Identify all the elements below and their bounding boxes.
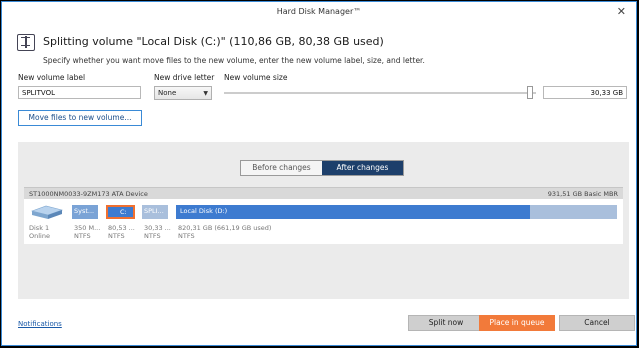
disk-row[interactable]: Disk 1 Online Syst... 350 M... NTFS C: 8… [24,199,623,244]
volume-size-slider-thumb[interactable] [527,86,533,99]
move-files-button[interactable]: Move files to new volume... [18,110,142,126]
disk-model: ST1000NM0033-9ZM173 ATA Device [29,190,148,198]
page-title: Splitting volume "Local Disk (C:)" (110,… [43,35,384,48]
drive-letter-select[interactable]: None ▼ [154,86,212,100]
chevron-down-icon: ▼ [203,90,208,97]
split-now-button[interactable]: Split now [408,315,484,331]
partition-fs: NTFS [74,232,91,240]
disk-name: Disk 1 [29,224,50,232]
cancel-button[interactable]: Cancel [559,315,635,331]
after-changes-tab[interactable]: After changes [322,161,403,175]
drive-letter-value: None [158,89,177,97]
view-toggle: Before changes After changes [240,160,404,176]
volume-size-input[interactable] [543,86,627,99]
volume-size-slider[interactable] [224,92,536,94]
title-bar: Hard Disk Manager™ ✕ [2,2,636,24]
drive-letter-caption: New drive letter [154,73,215,82]
partition-size: 80,53 ... [108,224,135,232]
window-title: Hard Disk Manager™ [276,7,362,16]
split-volume-icon [17,34,35,51]
volume-size-caption: New volume size [224,73,288,82]
close-icon[interactable]: ✕ [617,5,626,18]
disk-map-panel: Before changes After changes ST1000NM003… [18,142,629,299]
volume-label-caption: New volume label [18,73,86,82]
disk-status: Online [29,232,50,240]
partition-fs: NTFS [108,232,125,240]
dialog-window: Hard Disk Manager™ ✕ Splitting volume "L… [1,1,637,346]
partition-size: 820,31 GB (661,19 GB used) [178,224,272,232]
partition-c-selected[interactable]: C: [106,205,135,219]
notifications-link[interactable]: Notifications [18,320,62,328]
partition-size: 350 M... [74,224,101,232]
page-description: Specify whether you want move files to t… [43,56,425,65]
disk-info: 931,51 GB Basic MBR [547,190,618,198]
partition-system[interactable]: Syst... [72,205,98,219]
partition-fs: NTFS [178,232,195,240]
disk-header: ST1000NM0033-9ZM173 ATA Device 931,51 GB… [24,187,623,199]
partition-size: 30,33 ... [144,224,171,232]
partition-splitvol[interactable]: SPLI... [142,205,168,219]
place-in-queue-button[interactable]: Place in queue [479,315,555,331]
partition-d-free-space [530,205,617,219]
hard-disk-icon [30,205,64,219]
partition-local-disk-d[interactable]: Local Disk (D:) [176,205,530,219]
partition-fs: NTFS [144,232,161,240]
volume-label-input[interactable] [18,86,141,99]
before-changes-tab[interactable]: Before changes [241,161,322,175]
